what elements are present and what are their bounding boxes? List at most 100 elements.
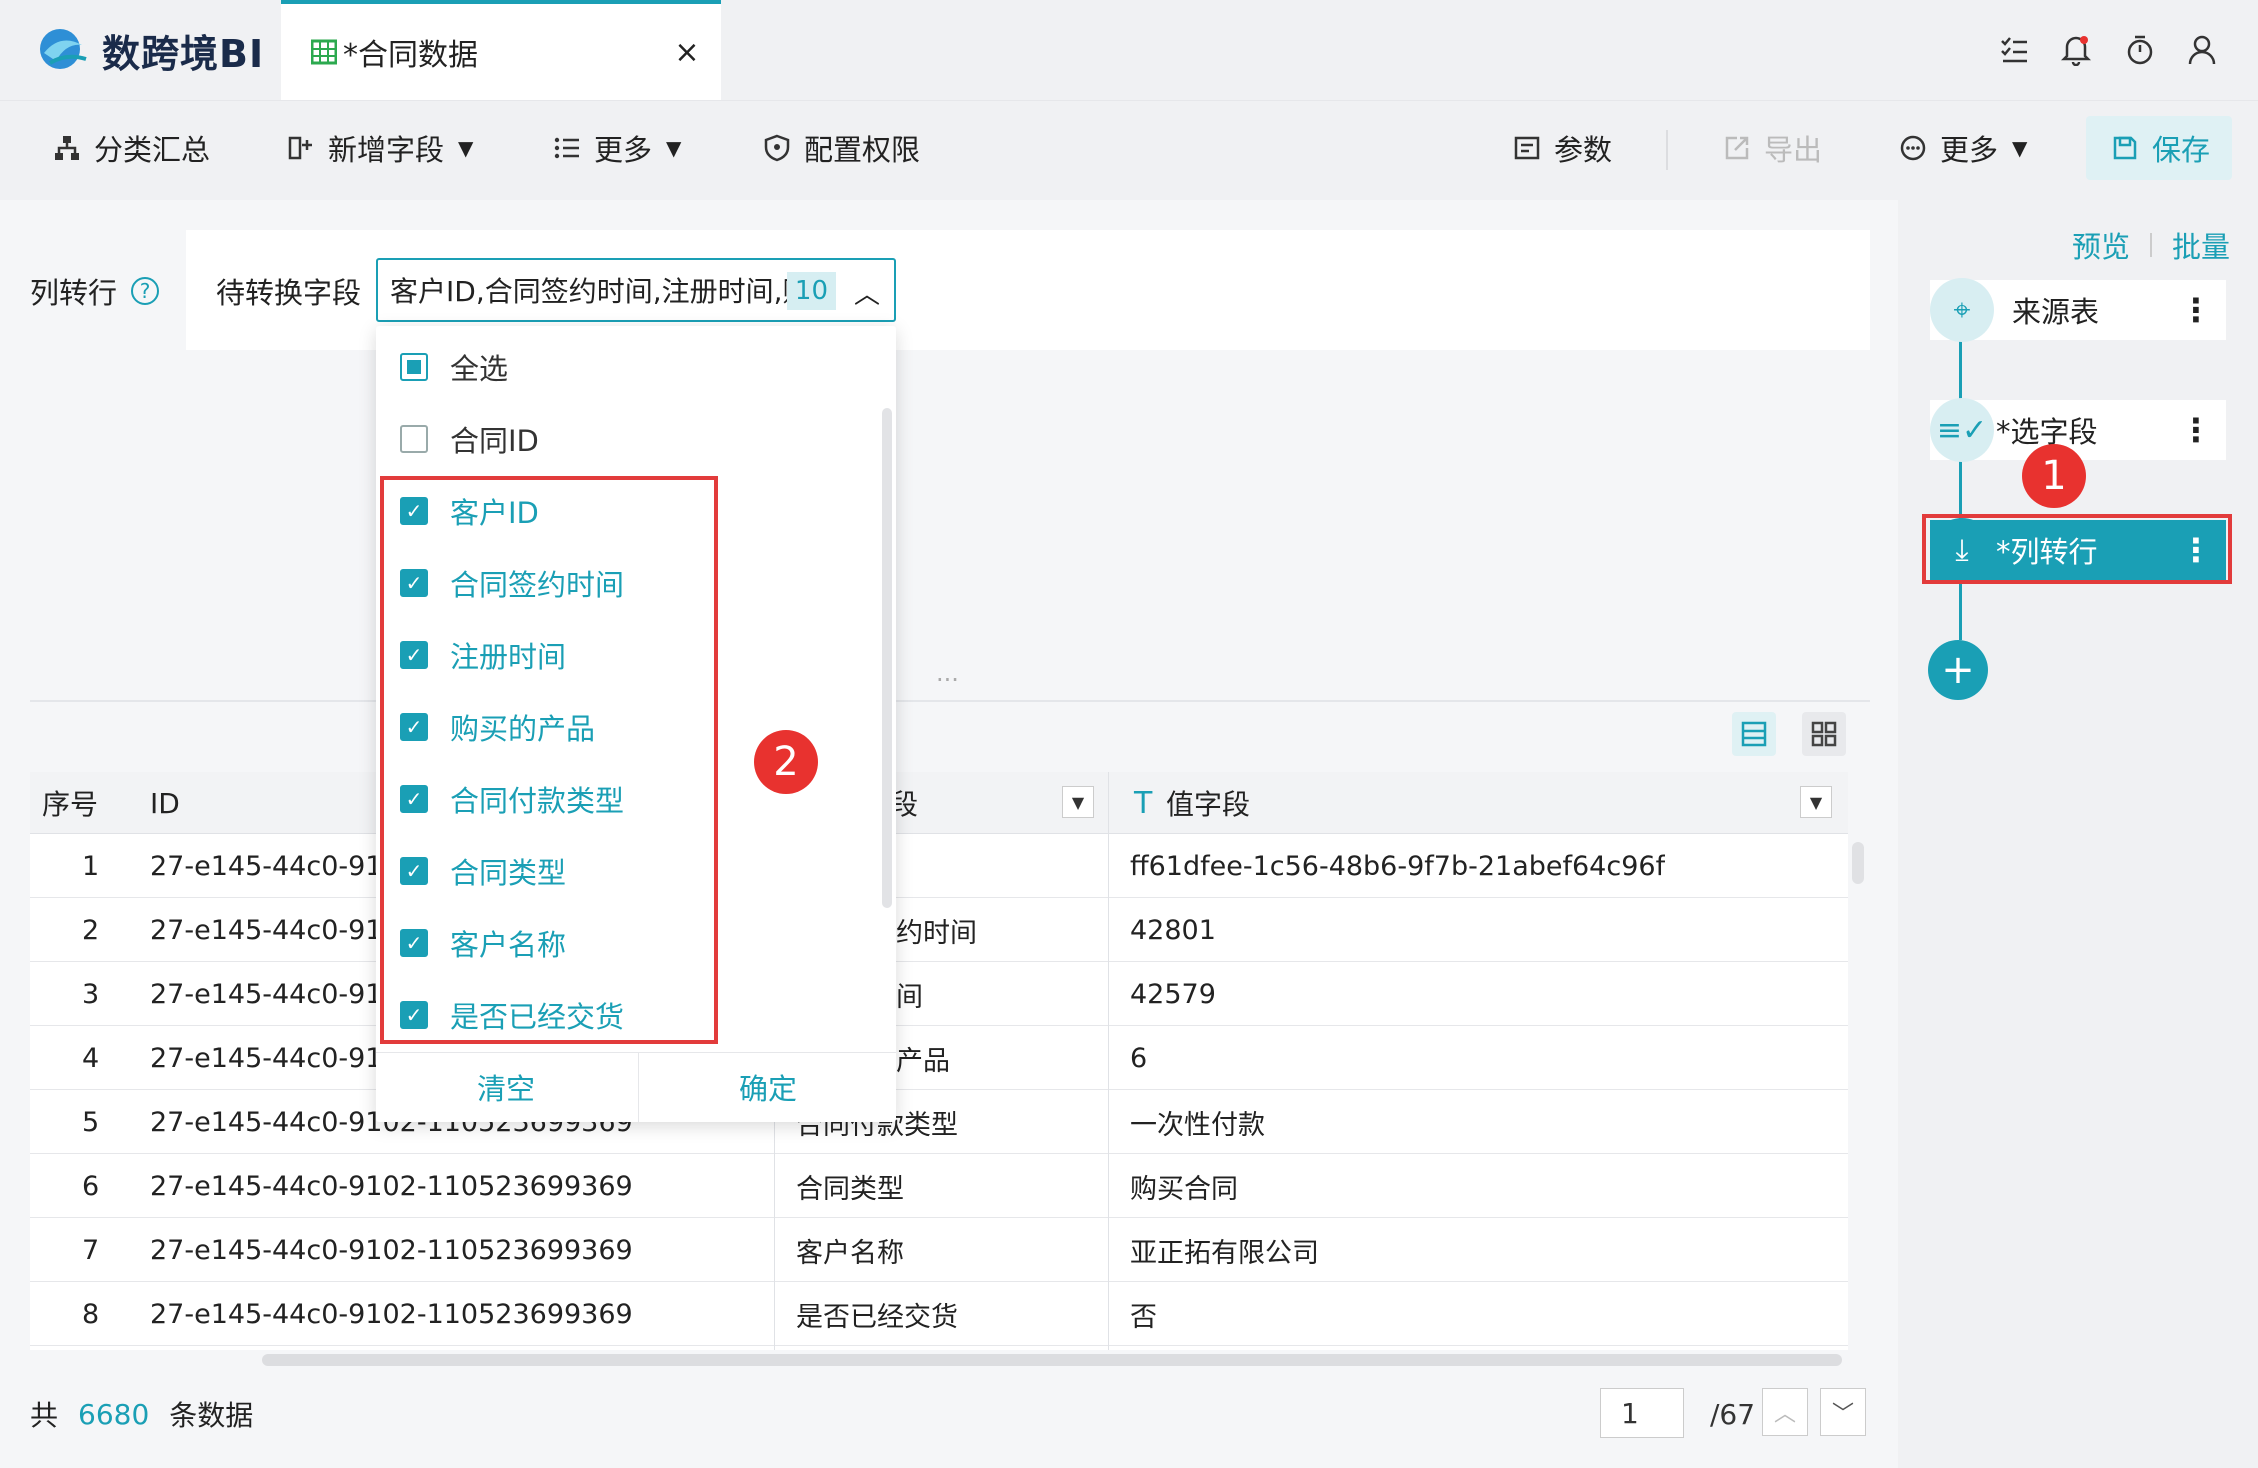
resize-handle[interactable]: ···	[936, 666, 959, 694]
save-button[interactable]: 保存	[2086, 116, 2233, 180]
cell-value: ff61dfee-1c56-48b6-9f7b-21abef64c96f	[1130, 850, 1666, 882]
caret-down-icon: ▼	[458, 136, 474, 160]
option-label: 合同ID	[450, 424, 539, 458]
cell-id: 27-e145-44c0-9102-110523699369	[150, 1234, 633, 1266]
config-permission-button[interactable]: 配置权限	[760, 116, 920, 180]
chevron-up-icon: ︿	[853, 280, 880, 310]
more-options-button[interactable]: 更多 ▼	[1896, 116, 2027, 180]
save-label: 保存	[2152, 133, 2211, 167]
table-row[interactable]: 7 27-e145-44c0-9102-110523699369 客户名称 亚正…	[30, 1218, 1848, 1282]
logo-text: 数跨境BI	[102, 31, 265, 76]
export-icon	[1720, 131, 1754, 165]
add-step-button[interactable]: +	[1928, 640, 1988, 700]
cell-value: 购买合同	[1130, 1173, 1238, 1205]
checkbox-icon	[400, 425, 428, 453]
table-row[interactable]: 1 27-e145-44c0-910 ff61dfee-1c56-48b6-9f…	[30, 834, 1848, 898]
tab-title: *合同数据	[343, 38, 478, 73]
batch-link[interactable]: 批量	[2172, 224, 2230, 266]
flow-connector	[1959, 330, 1962, 640]
count-prefix: 共	[30, 1399, 59, 1432]
confirm-button[interactable]: 确定	[638, 1052, 898, 1122]
page-up-icon[interactable]: ︿	[1762, 1388, 1808, 1436]
step-source-table[interactable]: ⌖ 来源表 ⋮	[1930, 278, 2226, 342]
cell-name: 合同类型	[796, 1173, 904, 1205]
app-logo[interactable]: 数跨境BI	[36, 14, 298, 86]
panel-links: 预览 批量	[2072, 224, 2230, 266]
params-label: 参数	[1554, 133, 1613, 167]
kebab-menu-icon[interactable]: ⋮	[2180, 400, 2212, 460]
table-row[interactable]: 2 27-e145-44c0-910 约时间 42801	[30, 898, 1848, 962]
cell-id: 27-e145-44c0-910	[150, 914, 400, 946]
user-icon[interactable]	[2176, 24, 2228, 76]
export-label: 导出	[1764, 133, 1823, 167]
caret-down-icon: ▼	[666, 136, 682, 160]
table-icon	[311, 39, 337, 65]
vertical-scrollbar[interactable]	[1852, 842, 1864, 884]
step-label: 来源表	[2012, 295, 2100, 329]
link-separator	[2150, 233, 2153, 257]
field-label: 待转换字段	[216, 276, 362, 310]
page-down-icon[interactable]: ﹀	[1820, 1388, 1866, 1436]
cell-value: 42579	[1130, 978, 1216, 1010]
page-input[interactable]: 1	[1600, 1388, 1684, 1438]
cell-name: 约时间	[896, 917, 977, 949]
kebab-menu-icon[interactable]: ⋮	[2180, 280, 2212, 340]
more-label: 更多	[594, 133, 653, 167]
annotation-badge-2: 2	[754, 730, 818, 794]
export-button[interactable]: 导出	[1720, 116, 1822, 180]
shield-icon	[760, 131, 794, 165]
selected-count-badge: 10	[786, 272, 836, 310]
field-select-value: 客户ID,合同签约时间,注册时间,购	[390, 275, 811, 308]
table-row[interactable]: 3 27-e145-44c0-910 间 42579	[30, 962, 1848, 1026]
cell-value: 42801	[1130, 914, 1216, 946]
field-select[interactable]: 客户ID,合同签约时间,注册时间,购 10 ︿	[376, 258, 896, 322]
cell-id: 27-e145-44c0-9102-110523699369	[150, 1298, 633, 1330]
timer-icon[interactable]	[2114, 24, 2166, 76]
option-item[interactable]: 合同ID	[400, 414, 539, 464]
table-row[interactable]: 5 27-e145-44c0-9102-110523699369 合同付款类型 …	[30, 1090, 1848, 1154]
logo-icon	[40, 29, 87, 69]
params-icon	[1510, 131, 1544, 165]
annotation-badge-1: 1	[2022, 444, 2086, 508]
group-summary-label: 分类汇总	[94, 133, 211, 167]
group-summary-button[interactable]: 分类汇总	[50, 116, 210, 180]
table-row[interactable]: 6 27-e145-44c0-9102-110523699369 合同类型 购买…	[30, 1154, 1848, 1218]
preview-link[interactable]: 预览	[2072, 224, 2130, 266]
horizontal-scrollbar[interactable]	[262, 1354, 1842, 1366]
bell-icon[interactable]	[2050, 24, 2102, 76]
table-header	[30, 772, 1848, 834]
checklist-icon: ≡✓	[1930, 398, 1994, 462]
highlight-box	[1922, 514, 2232, 584]
close-icon[interactable]: ×	[665, 30, 709, 74]
table-row[interactable]: 4 27-e145-44c0-910 产品 6	[30, 1026, 1848, 1090]
caret-down-icon: ▼	[2012, 136, 2028, 160]
cell-name: 间	[896, 981, 923, 1013]
divider	[30, 700, 1870, 702]
task-list-icon[interactable]	[1988, 24, 2040, 76]
ellipsis-circle-icon	[1896, 131, 1930, 165]
config-permission-label: 配置权限	[804, 133, 921, 167]
params-button[interactable]: 参数	[1510, 116, 1612, 180]
count-suffix: 条数据	[169, 1399, 254, 1432]
record-count: 共 6680 条数据	[30, 1390, 253, 1438]
cell-index: 3	[82, 978, 100, 1010]
text-type-icon: T	[1134, 785, 1153, 821]
column-divider	[1108, 772, 1109, 1350]
step-select-fields[interactable]: ≡✓ *选字段 ⋮	[1930, 398, 2226, 462]
table-view-icon[interactable]	[1732, 712, 1776, 756]
add-field-button[interactable]: 新增字段 ▼	[284, 116, 473, 180]
header-index: 序号	[42, 788, 99, 821]
highlight-box	[380, 476, 718, 1044]
help-icon[interactable]: ?	[131, 277, 160, 305]
table-row[interactable]: 8 27-e145-44c0-9102-110523699369 是否已经交货 …	[30, 1282, 1848, 1346]
clear-button[interactable]: 清空	[376, 1052, 636, 1122]
add-column-icon	[284, 131, 318, 165]
grid-view-icon[interactable]	[1802, 712, 1846, 756]
add-field-label: 新增字段	[328, 133, 445, 167]
dropdown-scrollbar[interactable]	[882, 408, 892, 908]
more-menu-button[interactable]: 更多 ▼	[550, 116, 681, 180]
name-field-dropdown-icon[interactable]: ▼	[1062, 786, 1094, 818]
option-select-all[interactable]: 全选	[400, 342, 508, 392]
value-field-dropdown-icon[interactable]: ▼	[1800, 786, 1832, 818]
tab-contract-data[interactable]: *合同数据 ×	[281, 0, 721, 100]
